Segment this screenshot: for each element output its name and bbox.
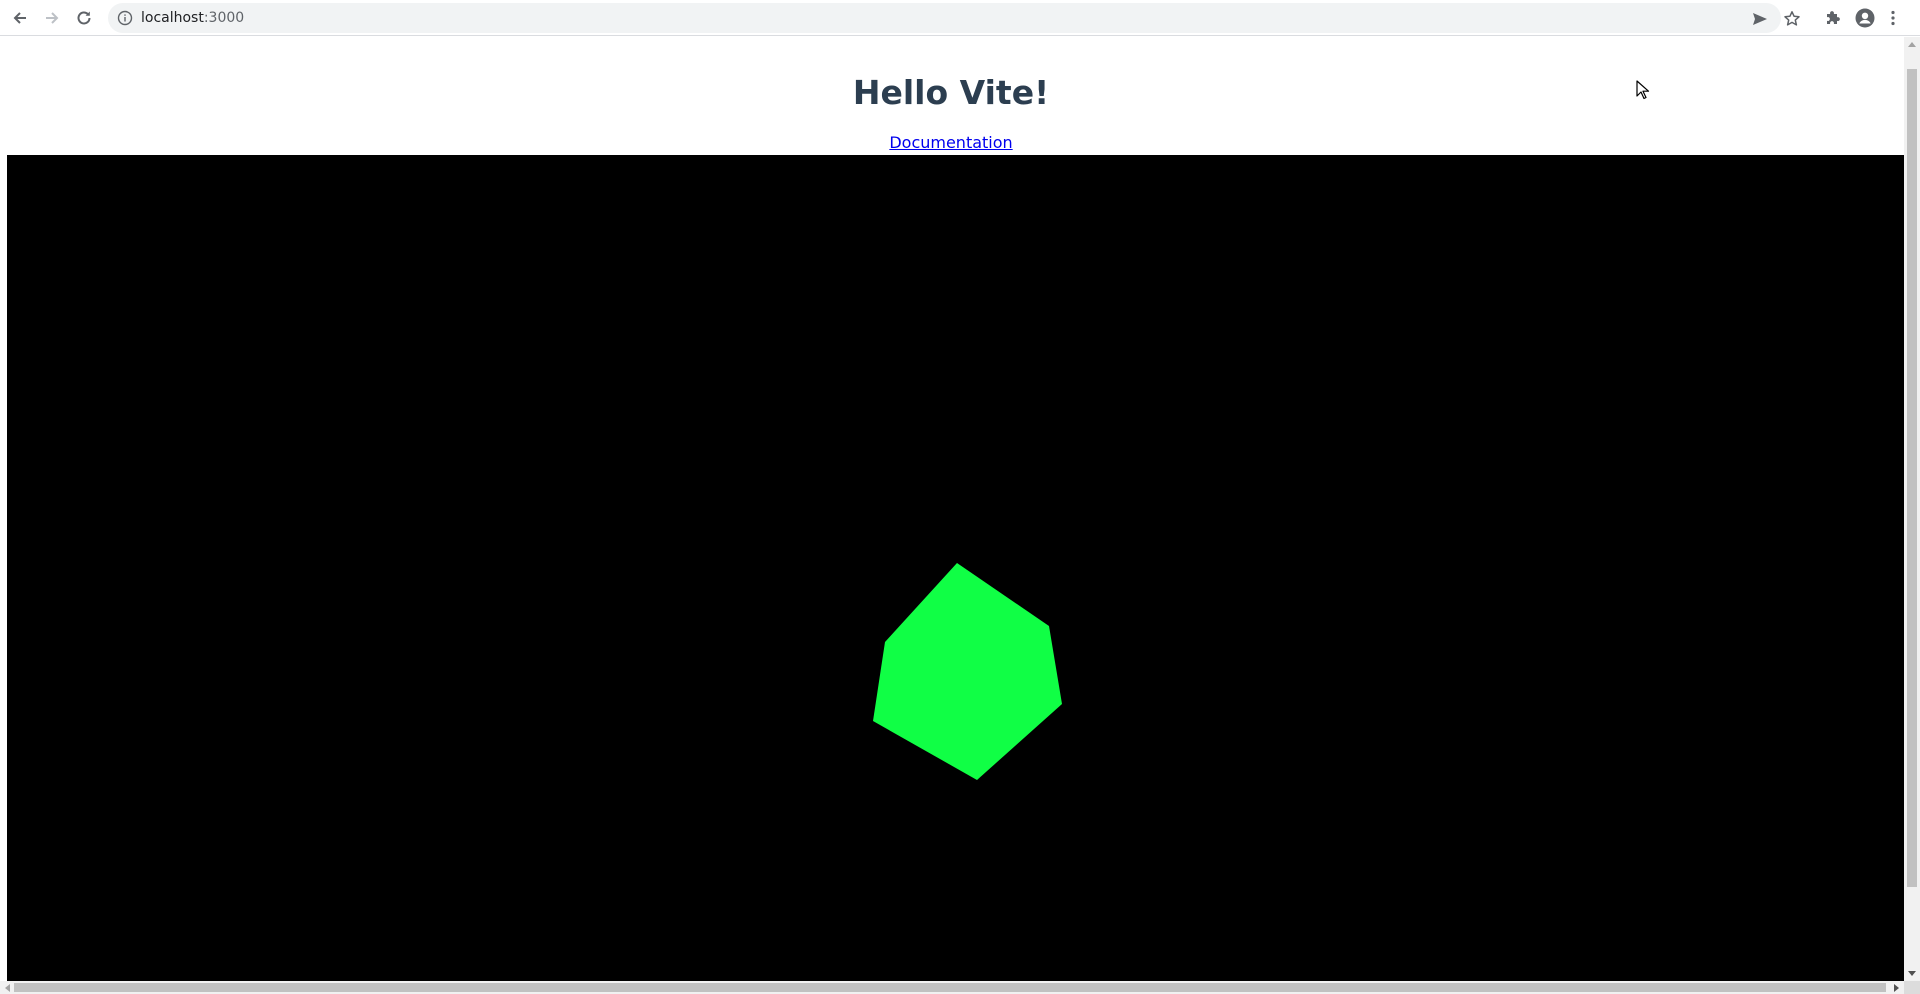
documentation-link-container: Documentation: [0, 134, 1902, 152]
url-port: :3000: [203, 10, 245, 26]
forward-button[interactable]: [38, 4, 66, 32]
scrollbar-corner: [1904, 981, 1920, 994]
extensions-button[interactable]: [1819, 4, 1847, 32]
menu-button[interactable]: [1883, 4, 1903, 32]
arrow-left-icon: [13, 12, 26, 24]
horizontal-scrollbar[interactable]: [0, 981, 1904, 994]
puzzle-icon: [1827, 11, 1840, 24]
page-title: Hello Vite!: [852, 73, 1050, 112]
rotating-cube: [873, 563, 1062, 780]
kebab-menu-icon: [1891, 10, 1895, 26]
scroll-left-arrow-icon[interactable]: [0, 981, 14, 994]
scroll-right-arrow-icon[interactable]: [1890, 981, 1904, 994]
profile-icon: [1855, 8, 1875, 28]
vertical-scroll-thumb[interactable]: [1907, 69, 1917, 887]
scroll-down-arrow-icon[interactable]: [1904, 967, 1920, 981]
scene-svg: [873, 563, 1062, 780]
reload-button[interactable]: [70, 4, 98, 32]
arrow-right-icon: [46, 12, 59, 24]
vertical-scrollbar[interactable]: [1904, 37, 1920, 981]
scroll-up-arrow-icon[interactable]: [1904, 37, 1920, 51]
address-bar[interactable]: localhost:3000: [108, 3, 1800, 33]
url-host: localhost: [141, 10, 204, 26]
webgl-canvas[interactable]: [7, 155, 1904, 981]
reload-icon: [77, 11, 91, 25]
page-viewport: Hello Vite! Documentation: [0, 37, 1920, 994]
mouse-cursor-icon: [1636, 80, 1650, 100]
info-icon[interactable]: [117, 10, 133, 26]
documentation-link[interactable]: Documentation: [889, 133, 1012, 152]
back-button[interactable]: [6, 4, 34, 32]
url-text[interactable]: localhost:3000: [141, 10, 244, 26]
send-icon[interactable]: [1751, 10, 1769, 28]
profile-button[interactable]: [1851, 4, 1879, 32]
browser-toolbar: localhost:3000: [0, 0, 1920, 36]
horizontal-scroll-thumb[interactable]: [14, 983, 1886, 992]
star-icon[interactable]: [1783, 10, 1801, 28]
